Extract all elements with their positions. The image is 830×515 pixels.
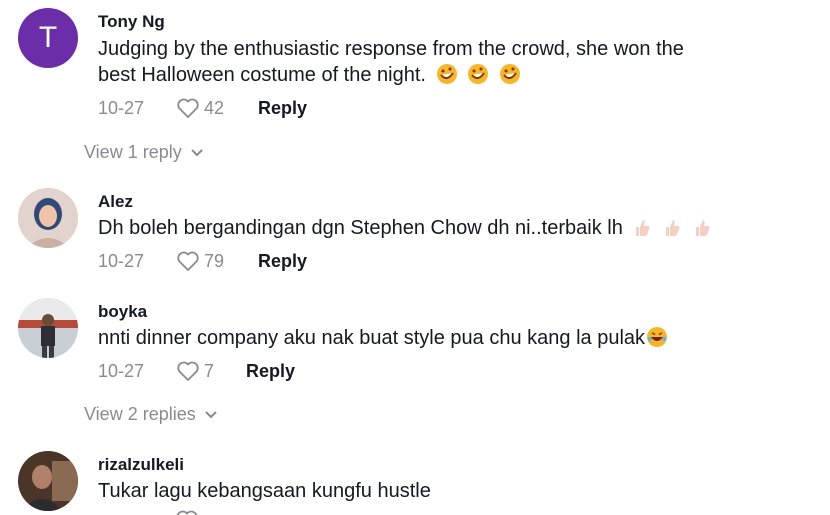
chevron-down-icon <box>205 410 217 418</box>
comment-username[interactable]: boyka <box>98 302 147 322</box>
partial-heart-icon <box>175 509 197 515</box>
like-count: 79 <box>204 250 225 271</box>
user-photo-icon <box>18 451 78 511</box>
comment-meta: 10-27 7 Reply <box>98 360 295 382</box>
thumbs-up-emoji-icon <box>632 218 652 245</box>
reply-button[interactable]: Reply <box>246 361 295 382</box>
comment-meta: 10-27 79 Reply <box>98 250 307 272</box>
comment-text: Tukar lagu kebangsaan kungfu hustle <box>98 478 798 504</box>
comment-text-line-2: best Halloween costume of the night. <box>98 64 426 86</box>
heart-icon[interactable] <box>176 360 200 382</box>
comment-username[interactable]: Tony Ng <box>98 12 165 32</box>
like-count: 7 <box>204 360 215 381</box>
view-replies-button[interactable]: View 1 reply <box>84 142 204 163</box>
comment-text: Judging by the enthusiastic response fro… <box>98 36 798 92</box>
rofl-emoji-icon <box>499 63 521 92</box>
comment-text: nnti dinner company aku nak buat style p… <box>98 325 798 355</box>
comment-username[interactable]: rizalzulkeli <box>98 455 184 475</box>
rofl-emoji-icon <box>467 63 489 92</box>
heart-icon[interactable] <box>176 97 200 119</box>
user-photo-icon <box>18 298 78 358</box>
avatar[interactable] <box>18 451 78 511</box>
comment-date: 10-27 <box>98 97 145 118</box>
comment-username[interactable]: Alez <box>98 192 133 212</box>
avatar[interactable]: T <box>18 8 78 68</box>
view-replies-label: View 1 reply <box>84 142 182 162</box>
thumbs-up-emoji-icon <box>692 218 712 245</box>
comment-text-body: Dh boleh bergandingan dgn Stephen Chow d… <box>98 217 623 239</box>
avatar-letter: T <box>38 21 58 54</box>
reply-button[interactable]: Reply <box>258 98 307 119</box>
view-replies-button[interactable]: View 2 replies <box>84 404 218 425</box>
chevron-down-icon <box>191 148 203 156</box>
comment-date: 10-27 <box>98 360 145 381</box>
avatar[interactable] <box>18 188 78 248</box>
comment-meta: 10-27 42 Reply <box>98 97 307 119</box>
comment-text-body: Tukar lagu kebangsaan kungfu hustle <box>98 480 431 502</box>
avatar[interactable] <box>18 298 78 358</box>
heart-icon[interactable] <box>176 250 200 272</box>
reply-button[interactable]: Reply <box>258 251 307 272</box>
comment-date: 10-27 <box>98 250 145 271</box>
thumbs-up-emoji-icon <box>662 218 682 245</box>
comment-text-body: nnti dinner company aku nak buat style p… <box>98 327 646 349</box>
laughing-emoji-icon <box>646 326 668 355</box>
comment-text-line-1: Judging by the enthusiastic response fro… <box>98 38 684 60</box>
view-replies-label: View 2 replies <box>84 404 196 424</box>
like-count: 42 <box>204 97 225 118</box>
user-photo-icon <box>18 188 78 248</box>
comment-text: Dh boleh bergandingan dgn Stephen Chow d… <box>98 215 798 245</box>
rofl-emoji-icon <box>436 63 458 92</box>
